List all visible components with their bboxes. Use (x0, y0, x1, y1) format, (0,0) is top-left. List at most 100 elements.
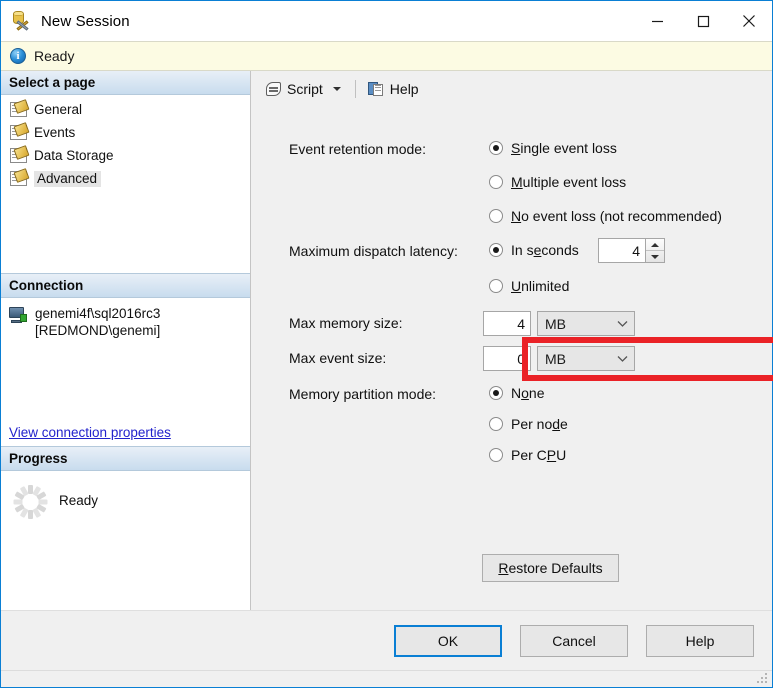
connection-info: genemi4f\sql2016rc3 [REDMOND\genemi] (35, 305, 160, 339)
memory-partition-label-row: Memory partition mode: (289, 386, 436, 402)
radio-single-event-loss[interactable]: Single event loss (489, 140, 617, 156)
view-connection-properties-link[interactable]: View connection properties (9, 425, 242, 440)
form-area: Event retention mode: Single event loss … (251, 107, 773, 610)
toolbar-separator (354, 80, 356, 98)
progress-text: Ready (59, 493, 99, 508)
status-text: Ready (34, 48, 75, 64)
page-list: General Events Data Storage Advanced (1, 95, 250, 273)
page-icon (10, 148, 27, 163)
radio-unlimited[interactable]: Unlimited (489, 278, 569, 294)
connection-user: [REDMOND\genemi] (35, 323, 161, 338)
server-icon (9, 307, 27, 323)
event-retention-label: Event retention mode: (289, 141, 426, 157)
resize-grip[interactable] (757, 673, 769, 685)
radio-label: In seconds (511, 242, 579, 258)
radio-label: Single event loss (511, 140, 617, 156)
restore-defaults-button[interactable]: Restore Defaults (482, 554, 619, 582)
help-label: Help (389, 81, 419, 97)
radio-partition-per-cpu[interactable]: Per CPU (489, 447, 566, 463)
sidebar-item-advanced[interactable]: Advanced (1, 167, 250, 190)
status-bar (1, 670, 772, 687)
max-event-size-controls: 0 MB (483, 346, 635, 371)
chevron-down-icon (610, 355, 634, 363)
sidebar-item-label: Data Storage (34, 148, 114, 163)
restore-defaults-label: Restore Defaults (498, 560, 603, 576)
max-memory-size-unit-select[interactable]: MB (537, 311, 635, 336)
sidebar-item-events[interactable]: Events (1, 121, 250, 144)
radio-label: Per node (511, 416, 568, 432)
ok-button[interactable]: OK (394, 624, 502, 657)
page-icon (10, 102, 27, 117)
status-banner: i Ready (1, 41, 772, 71)
memory-partition-label: Memory partition mode: (289, 386, 437, 402)
maximize-icon[interactable] (680, 1, 726, 41)
max-event-size-label-row: Max event size: (289, 350, 386, 366)
close-icon[interactable] (726, 1, 772, 41)
loading-spinner-icon (13, 485, 47, 519)
max-event-size-label: Max event size: (289, 350, 387, 366)
dispatch-latency-stepper[interactable]: 4 (598, 238, 665, 263)
script-button[interactable]: Script (261, 76, 327, 102)
radio-label: None (511, 385, 545, 401)
help-button[interactable]: Help (364, 76, 423, 102)
sidebar-item-label: General (34, 102, 83, 117)
unit-value: MB (545, 350, 566, 367)
event-retention-label-row: Event retention mode: (289, 141, 426, 157)
help-icon (367, 81, 385, 97)
max-memory-size-label: Max memory size: (289, 315, 403, 331)
chevron-down-icon (610, 320, 634, 328)
max-memory-size-controls: 4 MB (483, 311, 635, 336)
radio-no-event-loss[interactable]: No event loss (not recommended) (489, 208, 722, 224)
radio-indicator (489, 209, 503, 223)
radio-indicator (489, 175, 503, 189)
content-pane: Script Help Event retention mode: Single… (251, 71, 773, 610)
session-icon (11, 10, 33, 32)
window-title: New Session (41, 12, 130, 30)
dispatch-latency-label: Maximum dispatch latency: (289, 243, 458, 259)
sidebar-item-label: Events (34, 125, 76, 140)
connection-panel: genemi4f\sql2016rc3 [REDMOND\genemi] Vie… (1, 298, 250, 446)
sidebar: Select a page General Events Data Storag… (1, 71, 251, 610)
sidebar-item-general[interactable]: General (1, 98, 250, 121)
toolbar: Script Help (251, 71, 772, 107)
spin-down-icon[interactable] (646, 251, 664, 262)
cancel-button[interactable]: Cancel (520, 624, 628, 657)
page-icon (10, 171, 27, 186)
radio-label: No event loss (not recommended) (511, 208, 722, 224)
unit-value: MB (545, 315, 566, 332)
sidebar-item-label: Advanced (34, 170, 102, 187)
max-event-size-input[interactable]: 0 (483, 346, 531, 371)
radio-label: Per CPU (511, 447, 567, 463)
max-memory-size-input[interactable]: 4 (483, 311, 531, 336)
sidebar-item-data-storage[interactable]: Data Storage (1, 144, 250, 167)
radio-multiple-event-loss[interactable]: Multiple event loss (489, 174, 626, 190)
script-label: Script (287, 81, 323, 97)
radio-indicator (489, 448, 503, 462)
new-session-dialog: New Session i Ready Select a page Genera… (0, 0, 773, 688)
radio-indicator (489, 386, 503, 400)
info-icon: i (10, 48, 26, 64)
page-icon (10, 125, 27, 140)
radio-partition-none[interactable]: None (489, 385, 545, 401)
script-icon (265, 81, 282, 97)
minimize-icon[interactable] (634, 1, 680, 41)
chevron-down-icon (332, 87, 341, 91)
radio-label: Multiple event loss (511, 174, 627, 190)
radio-indicator (489, 279, 503, 293)
select-a-page-header: Select a page (1, 71, 250, 95)
radio-indicator (489, 243, 503, 257)
max-event-size-unit-select[interactable]: MB (537, 346, 635, 371)
title-bar: New Session (1, 1, 772, 41)
connection-server: genemi4f\sql2016rc3 (35, 306, 161, 321)
spin-up-icon[interactable] (646, 239, 664, 251)
help-button-footer[interactable]: Help (646, 624, 754, 657)
latency-spin-buttons[interactable] (646, 238, 665, 263)
connection-header: Connection (1, 273, 250, 298)
progress-panel: Ready (1, 471, 250, 610)
script-dropdown-button[interactable] (327, 76, 347, 102)
latency-seconds-input[interactable]: 4 (598, 238, 646, 263)
dispatch-latency-label-row: Maximum dispatch latency: (289, 243, 458, 259)
window-controls (634, 1, 772, 41)
radio-partition-per-node[interactable]: Per node (489, 416, 568, 432)
radio-in-seconds[interactable]: In seconds (489, 242, 579, 258)
